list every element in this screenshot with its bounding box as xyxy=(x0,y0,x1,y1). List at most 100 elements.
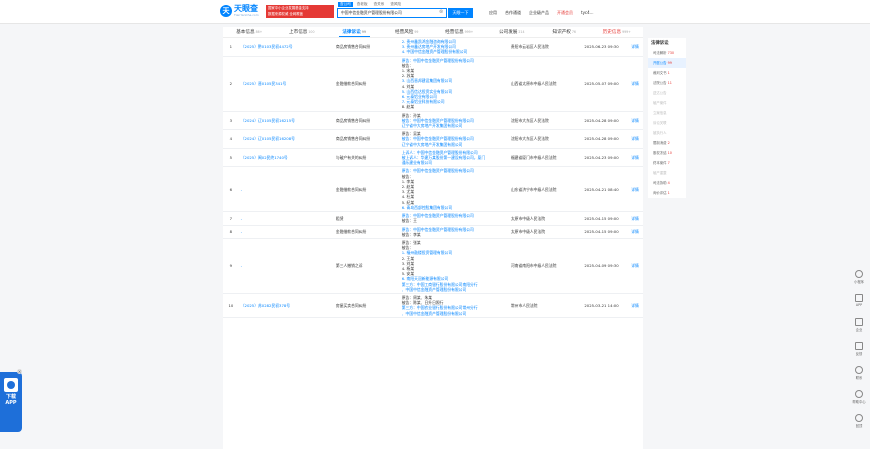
tool-feedback[interactable]: 反馈 xyxy=(851,342,867,364)
clear-icon[interactable]: ⊗ xyxy=(439,9,443,15)
table-row: 4 （2024）辽0105民初16208号 商品房销售合同纠纷 原告：吴某 被告：中国中… xyxy=(223,129,643,149)
search-tab-relation[interactable]: 查关系 xyxy=(372,2,387,7)
search-tab-boss[interactable]: 查老板 xyxy=(355,2,370,7)
table-row: 10 （2025）苏0282民初378号 房屋买卖合同纠纷 原告：周某、朱某 被告：陈某… xyxy=(223,293,643,318)
case-number-link[interactable]: （2024）辽0105民初16208号 xyxy=(241,136,295,141)
sidebar-item[interactable]: 终本案件7 xyxy=(648,158,686,168)
table-row: 3 （2024）辽0105民初16215号 商品房销售合同纠纷 原告：孙某 被告：中国中… xyxy=(223,111,643,131)
case-number-link[interactable]: - xyxy=(241,229,242,234)
case-cause: 商品房销售合同纠纷 xyxy=(333,129,400,149)
case-cause: 商品房销售合同纠纷 xyxy=(333,38,400,57)
sidebar-item[interactable]: 破产重整 xyxy=(648,168,686,178)
case-number-link[interactable]: - xyxy=(241,216,242,221)
tool-contact[interactable]: 联系 xyxy=(851,366,867,388)
search-tab-risk[interactable]: 查风险 xyxy=(388,2,403,7)
search-button[interactable]: 天眼一下 xyxy=(448,8,473,18)
case-number-link[interactable]: （2024）辽0105民初16215号 xyxy=(241,118,295,123)
detail-link[interactable]: 详情 xyxy=(631,136,639,141)
close-icon[interactable]: × xyxy=(17,369,22,374)
row-index: 2 xyxy=(223,56,239,112)
search-tab-company[interactable]: 查公司 xyxy=(338,2,353,7)
tab-legal-litigation[interactable]: 法律诉讼99 xyxy=(328,27,381,37)
case-number-link[interactable]: （2025）闽02民终1740号 xyxy=(241,155,288,160)
tab-basic-info[interactable]: 基本信息86+ xyxy=(223,27,276,37)
arrow-up-icon xyxy=(855,414,863,422)
app-download-promo[interactable]: 下载 APP xyxy=(0,372,22,432)
court-name: 山西省太原市中级人民法院 xyxy=(508,56,583,112)
search-tabs: 查公司 查老板 查关系 查风险 xyxy=(338,2,403,7)
app-qr-icon xyxy=(4,378,18,392)
sidebar-item[interactable]: 司法解析730 xyxy=(648,48,686,58)
edit-icon xyxy=(855,342,863,350)
sidebar-item[interactable]: 裁判文书1 xyxy=(648,68,686,78)
case-cause: 金融借款合同纠纷 xyxy=(333,56,400,112)
detail-link[interactable]: 详情 xyxy=(631,229,639,234)
case-number-link[interactable]: - xyxy=(241,187,242,192)
case-cause: 商品房销售合同纠纷 xyxy=(333,111,400,131)
nav-user[interactable]: tyc4... xyxy=(581,8,594,18)
tab-company-dev[interactable]: 公司发展214 xyxy=(486,27,539,37)
row-index: 3 xyxy=(223,111,239,131)
detail-link[interactable]: 详情 xyxy=(631,118,639,123)
case-parties: 原告：吴某 被告：中国中信金融资产管理股份有限公司 辽宁省中大房地产开发集团有限公司 xyxy=(399,129,509,149)
case-number-link[interactable]: （2025）苏0282民初378号 xyxy=(241,303,290,308)
tool-miniapp[interactable]: 小程序 xyxy=(851,270,867,292)
detail-link[interactable]: 详情 xyxy=(631,303,639,308)
sidebar-item[interactable]: 法院公告11 xyxy=(648,78,686,88)
sidebar-item[interactable]: 询价评估1 xyxy=(648,188,686,198)
row-index: 4 xyxy=(223,129,239,149)
nav-apps[interactable]: 应用 xyxy=(489,8,497,18)
case-number-link[interactable]: （2025）黔0103民初4472号 xyxy=(241,44,293,49)
sidebar-item[interactable]: 立案信息 xyxy=(648,108,686,118)
nav-vip[interactable]: 开通会员 xyxy=(557,8,573,18)
case-number-link[interactable]: - xyxy=(241,263,242,268)
nav-enterprise[interactable]: 企业级产品 xyxy=(529,8,549,18)
detail-link[interactable]: 详情 xyxy=(631,263,639,268)
table-row: 6- 金融借款合同纠纷 原告：中国中信金融资产管理股份有限公司 被告： 1. 李某 2. … xyxy=(223,166,643,213)
detail-link[interactable]: 详情 xyxy=(631,81,639,86)
tool-enterprise[interactable]: 企业 xyxy=(851,318,867,340)
tab-ip[interactable]: 知识产权76 xyxy=(538,27,591,37)
sidebar-title: 法律诉讼 xyxy=(651,41,669,46)
row-index: 8 xyxy=(223,225,239,239)
court-name: 常州市人民法院 xyxy=(508,293,583,318)
sidebar-item[interactable]: 被执行人 xyxy=(648,128,686,138)
search-input[interactable]: 中国中信金融资产管理股份有限公司 xyxy=(337,8,447,18)
hearing-date: 2025-03-21 14:00 xyxy=(582,293,630,318)
ad-banner[interactable]: 国家中小企业发展基金支持 数据来源权威 全网覆盖 xyxy=(266,5,334,18)
hearing-date: 2025-04-21 08:40 xyxy=(582,166,630,213)
case-parties: 2. 贵州鑫凯鸿金融咨询有限公司 3. 贵州鑫达房地产开发有限公司 4. 中国中信金… xyxy=(399,38,509,57)
case-parties: 上诉人：中国中信金融资产管理股份有限公司 被上诉人：华建万某股份第一建设有限公司，… xyxy=(399,148,509,168)
sidebar-item[interactable]: 股权冻结10 xyxy=(648,148,686,158)
sidebar-item[interactable]: 司法协助4 xyxy=(648,178,686,188)
sidebar-item[interactable]: 诉讼关联 xyxy=(648,118,686,128)
tool-help[interactable]: 帮助中心 xyxy=(851,390,867,412)
app-promo-line2: APP xyxy=(5,400,17,406)
tool-top[interactable]: 回顶 xyxy=(851,414,867,436)
tool-app[interactable]: APP xyxy=(851,294,867,316)
party-line: 被告：李某 xyxy=(401,231,421,237)
case-cause: 租赁 xyxy=(333,211,400,226)
floating-tools: 小程序 APP 企业 反馈 联系 帮助中心 回顶 xyxy=(851,268,867,436)
site-logo[interactable]: 天 天眼查 TianYanCha.com xyxy=(220,5,259,17)
detail-link[interactable]: 详情 xyxy=(631,44,639,49)
detail-link[interactable]: 详情 xyxy=(631,155,639,160)
tab-business-info[interactable]: 经营信息999+ xyxy=(433,27,486,37)
tab-business-risk[interactable]: 经营风险99 xyxy=(381,27,434,37)
hearing-date: 2025-04-23 09:00 xyxy=(582,148,630,168)
tab-history[interactable]: 历史信息999+ xyxy=(591,27,644,37)
row-index: 6 xyxy=(223,166,239,213)
case-number-link[interactable]: （2025）晋0105民341号 xyxy=(241,81,287,86)
sidebar-item[interactable]: 破产案件 xyxy=(648,98,686,108)
detail-link[interactable]: 详情 xyxy=(631,216,639,221)
court-name: 太原市中级人民法院 xyxy=(508,211,583,226)
sidebar-item[interactable]: 送达公告 xyxy=(648,88,686,98)
court-name: 贵阳市云岩区人民法院 xyxy=(508,38,583,57)
nav-partner[interactable]: 合作通道 xyxy=(505,8,521,18)
sidebar-item[interactable]: 限制消费2 xyxy=(648,138,686,148)
case-cause: 房屋买卖合同纠纷 xyxy=(333,293,400,318)
row-index: 1 xyxy=(223,38,239,57)
tab-listing-info[interactable]: 上市信息100 xyxy=(276,27,329,37)
sidebar-item[interactable]: 开庭公告99 xyxy=(648,58,686,68)
detail-link[interactable]: 详情 xyxy=(631,187,639,192)
